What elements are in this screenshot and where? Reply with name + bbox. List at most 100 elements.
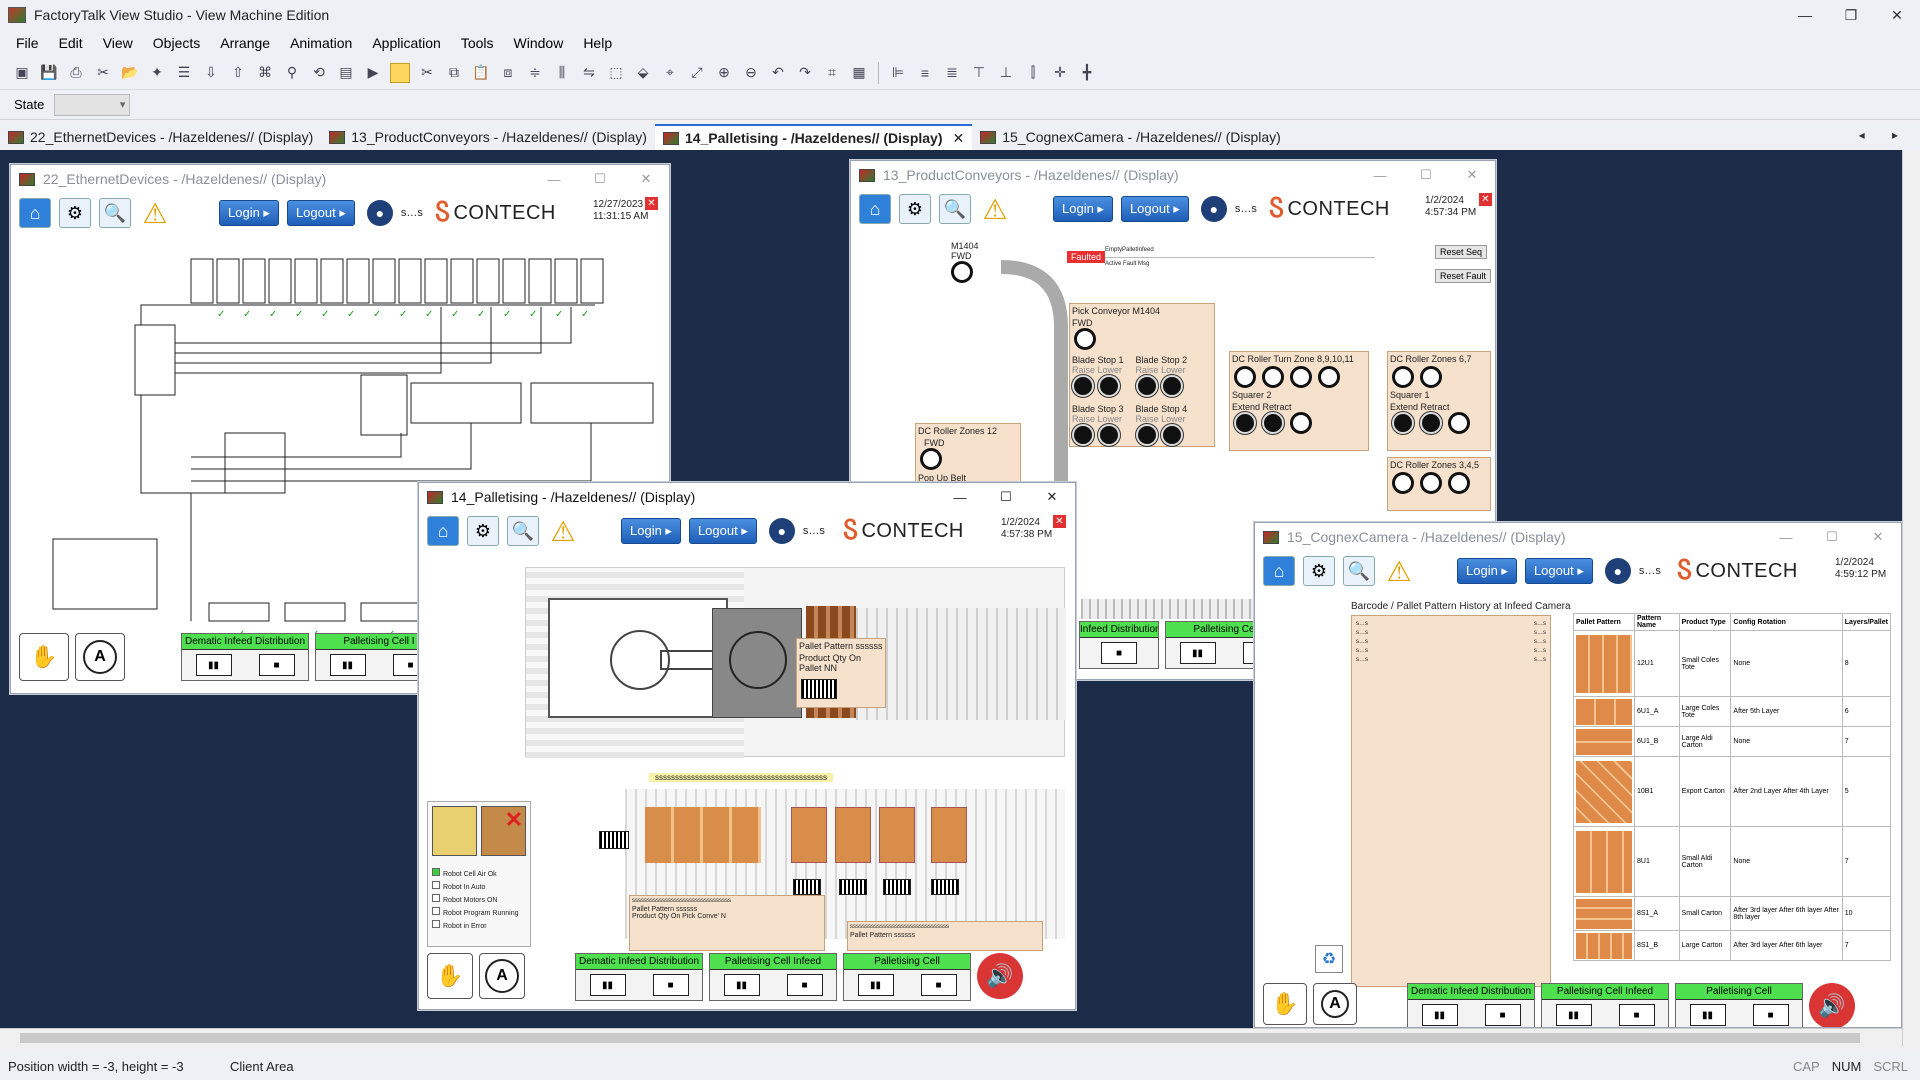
settings-icon[interactable]: ⚙ (899, 194, 931, 224)
motor-icon[interactable] (1420, 366, 1442, 388)
speaker-icon[interactable]: 🔊 (977, 953, 1023, 999)
align-top-icon[interactable]: ⊤ (967, 61, 991, 85)
logout-button[interactable]: Logout ▸ (688, 518, 757, 544)
print-icon[interactable]: ⎙ (64, 61, 88, 85)
list-icon[interactable]: ☰ (172, 61, 196, 85)
tab-cognex-camera[interactable]: 15_CognexCamera - /Hazeldenes// (Display… (972, 124, 1289, 150)
pause-button[interactable]: ▮▮ (1179, 642, 1216, 664)
retract-button[interactable] (1420, 412, 1442, 434)
close-display-icon[interactable]: ✕ (1053, 515, 1066, 528)
close-display-icon[interactable]: ✕ (645, 197, 658, 210)
warning-icon[interactable]: ⚠ (1383, 556, 1415, 587)
stop-test-icon[interactable] (388, 61, 412, 85)
barcode-icon[interactable] (599, 831, 629, 849)
close-display-icon[interactable]: ✕ (1479, 193, 1492, 206)
distribute-icon[interactable]: ╋ (1075, 61, 1099, 85)
window-maximize-button[interactable]: ☐ (577, 165, 623, 193)
manual-mode-icon[interactable]: ✋ (19, 633, 69, 681)
stop-button[interactable]: ■ (652, 974, 689, 996)
logout-button[interactable]: Logout ▸ (1524, 558, 1593, 584)
home-icon[interactable]: ⌂ (427, 516, 459, 546)
workspace-vertical-scrollbar[interactable] (1902, 150, 1920, 1046)
cut-tool-icon[interactable]: ✂ (91, 61, 115, 85)
motor-icon[interactable] (1074, 328, 1096, 350)
cut-icon[interactable]: ✂ (415, 61, 439, 85)
reset-seq-button[interactable]: Reset Seq (1435, 245, 1488, 259)
tag-icon[interactable]: ⌗ (820, 61, 844, 85)
stop-button[interactable]: ■ (786, 974, 823, 996)
motor-icon[interactable] (1448, 472, 1470, 494)
menu-file[interactable]: File (6, 35, 49, 51)
align-vcenter-icon[interactable]: ⫿ (1021, 61, 1045, 85)
tab-close-icon[interactable]: ✕ (953, 130, 965, 147)
barcode-icon[interactable] (801, 679, 837, 699)
raise-button[interactable] (1072, 424, 1094, 446)
lower-button[interactable] (1097, 424, 1120, 446)
group-icon[interactable]: ⬚ (604, 61, 628, 85)
window-close-button[interactable]: ✕ (1029, 483, 1075, 511)
motor-icon[interactable] (1392, 366, 1414, 388)
pause-button[interactable]: ▮▮ (1421, 1004, 1458, 1026)
login-button[interactable]: Login ▸ (621, 518, 681, 544)
home-icon[interactable]: ⌂ (859, 194, 891, 224)
align-bottom-icon[interactable]: ⊥ (994, 61, 1018, 85)
extend-button[interactable] (1392, 412, 1414, 434)
save-icon[interactable]: 💾 (37, 61, 61, 85)
stop-button[interactable]: ■ (1618, 1004, 1655, 1026)
raise-button[interactable] (1072, 375, 1094, 397)
duplicate-icon[interactable]: ⧈ (496, 61, 520, 85)
new-display-icon[interactable]: ▣ (10, 61, 34, 85)
window-maximize-button[interactable]: ☐ (1403, 161, 1449, 189)
restore-button[interactable]: ❐ (1828, 0, 1874, 30)
menu-application[interactable]: Application (362, 35, 451, 51)
display-settings-icon[interactable]: ▦ (847, 61, 871, 85)
window-maximize-button[interactable]: ☐ (1809, 523, 1855, 551)
window-close-button[interactable]: ✕ (1855, 523, 1901, 551)
stop-button[interactable]: ■ (1752, 1004, 1789, 1026)
window-minimize-button[interactable]: — (1763, 523, 1809, 551)
center-point-icon[interactable]: ✛ (1048, 61, 1072, 85)
window-minimize-button[interactable]: — (531, 165, 577, 193)
motor-icon[interactable] (1290, 412, 1312, 434)
stop-button[interactable]: ■ (1101, 642, 1137, 664)
menu-animation[interactable]: Animation (280, 35, 362, 51)
motor-icon[interactable] (1234, 366, 1256, 388)
window-close-button[interactable]: ✕ (1449, 161, 1495, 189)
manual-mode-icon[interactable]: ✋ (1263, 983, 1307, 1025)
test-run-icon[interactable]: ▶ (361, 61, 385, 85)
align-left-icon[interactable]: ⊫ (886, 61, 910, 85)
align-middle-icon[interactable]: ≑ (523, 61, 547, 85)
lower-button[interactable] (1097, 375, 1120, 397)
pause-button[interactable]: ▮▮ (329, 654, 366, 676)
warning-icon[interactable]: ⚠ (139, 198, 171, 229)
zoom-in-icon[interactable]: ⊕ (712, 61, 736, 85)
redo-icon[interactable]: ↷ (793, 61, 817, 85)
warning-icon[interactable]: ⚠ (979, 194, 1011, 225)
home-icon[interactable]: ⌂ (19, 198, 51, 228)
search-icon[interactable]: 🔍 (939, 194, 971, 224)
open-icon[interactable]: 📂 (118, 61, 142, 85)
pause-button[interactable]: ▮▮ (1689, 1004, 1726, 1026)
recycle-icon[interactable]: ♻ (1315, 945, 1343, 973)
pallet-stack-icon[interactable]: ✕ (481, 806, 526, 856)
motor-icon[interactable] (1448, 412, 1470, 434)
auto-mode-button[interactable]: A (479, 953, 525, 999)
pause-button[interactable]: ▮▮ (723, 974, 760, 996)
login-button[interactable]: Login ▸ (1457, 558, 1517, 584)
motor-icon[interactable] (1318, 366, 1340, 388)
logout-button[interactable]: Logout ▸ (286, 200, 355, 226)
window-title-bar[interactable]: 13_ProductConveyors - /Hazeldenes// (Dis… (851, 161, 1495, 189)
tab-ethernet-devices[interactable]: 22_EthernetDevices - /Hazeldenes// (Disp… (0, 124, 321, 150)
barcode-icon[interactable] (839, 879, 867, 895)
motor-icon[interactable] (1262, 366, 1284, 388)
motor-m1404[interactable]: M1404 FWD (951, 241, 979, 286)
search-icon[interactable]: 🔍 (507, 516, 539, 546)
pause-button[interactable]: ▮▮ (857, 974, 894, 996)
window-cognex-camera[interactable]: 15_CognexCamera - /Hazeldenes// (Display… (1254, 522, 1902, 1028)
import-icon[interactable]: ⇩ (199, 61, 223, 85)
minimize-button[interactable]: — (1782, 0, 1828, 30)
settings-icon[interactable]: ⚙ (467, 516, 499, 546)
stop-button[interactable]: ■ (1484, 1004, 1521, 1026)
search-icon[interactable]: 🔍 (99, 198, 131, 228)
window-palletising[interactable]: 14_Palletising - /Hazeldenes// (Display)… (418, 482, 1076, 1010)
